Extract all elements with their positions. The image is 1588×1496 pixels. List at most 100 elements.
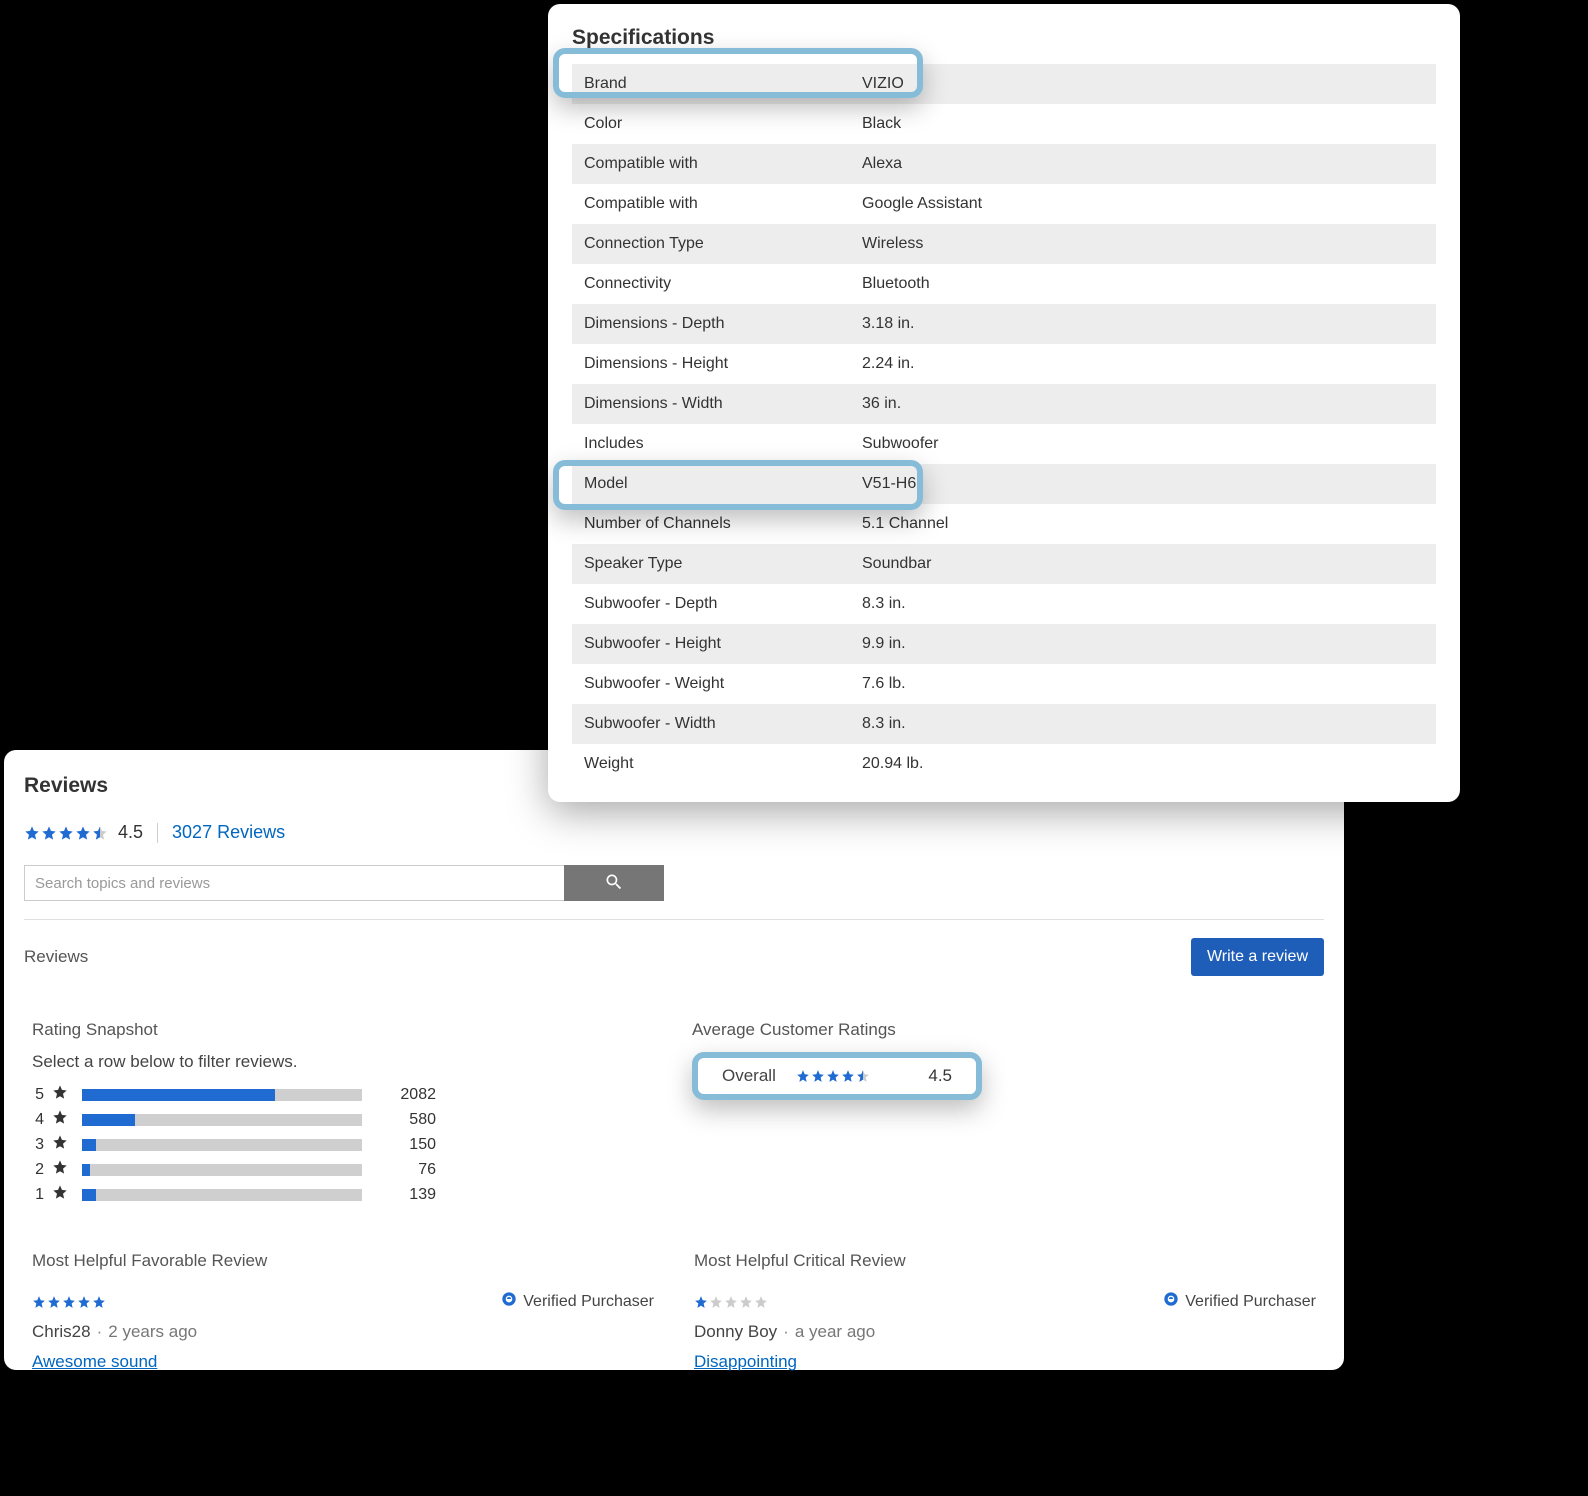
spec-value: Subwoofer (862, 424, 1436, 464)
spec-key: Subwoofer - Width (572, 704, 862, 744)
spec-value: 3.18 in. (862, 304, 1436, 344)
snapshot-count: 2082 (376, 1086, 436, 1104)
spec-key: Model (572, 464, 862, 504)
spec-row: Subwoofer - Height9.9 in. (572, 624, 1436, 664)
star-icon (52, 1159, 68, 1180)
spec-value: V51-H6 (862, 464, 1436, 504)
verified-icon (501, 1291, 517, 1312)
spec-key: Subwoofer - Depth (572, 584, 862, 624)
verified-label: Verified Purchaser (1185, 1293, 1316, 1311)
snapshot-hint: Select a row below to filter reviews. (32, 1052, 632, 1072)
snapshot-star-number: 4 (32, 1111, 44, 1129)
spec-value: 8.3 in. (862, 584, 1436, 624)
crit-author: Donny Boy (694, 1322, 777, 1342)
spec-value: 36 in. (862, 384, 1436, 424)
spec-value: VIZIO (862, 64, 1436, 104)
helpful-crit-title: Most Helpful Critical Review (694, 1251, 1316, 1271)
snapshot-bar[interactable] (82, 1164, 362, 1176)
fav-headline[interactable]: Awesome sound (32, 1352, 157, 1372)
specs-title: Specifications (572, 26, 1436, 50)
average-ratings: Average Customer Ratings Overall 4.5 (692, 1020, 1316, 1209)
star-icon (52, 1084, 68, 1105)
snapshot-row[interactable]: 1139 (32, 1184, 632, 1205)
snapshot-row[interactable]: 3 150 (32, 1134, 632, 1155)
spec-key: Dimensions - Width (572, 384, 862, 424)
verified-label: Verified Purchaser (523, 1293, 654, 1311)
verified-icon (1163, 1291, 1179, 1312)
snapshot-count: 580 (376, 1111, 436, 1129)
snapshot-bar[interactable] (82, 1139, 362, 1151)
spec-value: 5.1 Channel (862, 504, 1436, 544)
crit-headline[interactable]: Disappointing (694, 1352, 797, 1372)
spec-row: Connection TypeWireless (572, 224, 1436, 264)
reviews-summary-row: 4.5 3027 Reviews (24, 822, 1324, 843)
spec-key: Dimensions - Height (572, 344, 862, 384)
spec-value: Wireless (862, 224, 1436, 264)
snapshot-star-number: 5 (32, 1086, 44, 1104)
snapshot-row[interactable]: 5 2082 (32, 1084, 632, 1105)
snapshot-bar[interactable] (82, 1089, 362, 1101)
spec-key: Compatible with (572, 144, 862, 184)
reviews-count-link[interactable]: 3027 Reviews (172, 822, 285, 843)
fav-author: Chris28 (32, 1322, 91, 1342)
snapshot-row[interactable]: 4 580 (32, 1109, 632, 1130)
snapshot-title: Rating Snapshot (32, 1020, 632, 1040)
spec-value: 9.9 in. (862, 624, 1436, 664)
rating-snapshot: Rating Snapshot Select a row below to fi… (32, 1020, 632, 1209)
write-review-button[interactable]: Write a review (1191, 938, 1324, 976)
dot-separator: · (783, 1322, 789, 1342)
snapshot-bar[interactable] (82, 1189, 362, 1201)
verified-badge: Verified Purchaser (501, 1291, 654, 1312)
spec-key: Compatible with (572, 184, 862, 224)
search-button[interactable] (564, 865, 664, 901)
search-input[interactable] (24, 865, 564, 901)
star-icon (52, 1109, 68, 1130)
spec-key: Subwoofer - Weight (572, 664, 862, 704)
spec-row: Number of Channels5.1 Channel (572, 504, 1436, 544)
search-icon (604, 872, 624, 895)
snapshot-count: 76 (376, 1161, 436, 1179)
snapshot-star-number: 3 (32, 1136, 44, 1154)
helpful-fav-title: Most Helpful Favorable Review (32, 1251, 654, 1271)
spec-row: Dimensions - Width36 in. (572, 384, 1436, 424)
helpful-critical: Most Helpful Critical Review Verified Pu… (694, 1251, 1316, 1372)
snapshot-count: 150 (376, 1136, 436, 1154)
snapshot-rows: 5 2082 4 580 3 150 2 76 1139 (32, 1084, 632, 1205)
spec-row: Dimensions - Depth3.18 in. (572, 304, 1436, 344)
spec-row: Subwoofer - Depth8.3 in. (572, 584, 1436, 624)
spec-value: 7.6 lb. (862, 664, 1436, 704)
spec-row: ModelV51-H6 (572, 464, 1436, 504)
spec-row: IncludesSubwoofer (572, 424, 1436, 464)
spec-value: 8.3 in. (862, 704, 1436, 744)
helpful-favorable: Most Helpful Favorable Review Verified P… (32, 1251, 654, 1372)
spec-key: Weight (572, 744, 862, 784)
summary-score: 4.5 (118, 822, 143, 843)
spec-row: Compatible withAlexa (572, 144, 1436, 184)
specifications-panel: Specifications BrandVIZIOColorBlackCompa… (548, 4, 1460, 802)
spec-value: Bluetooth (862, 264, 1436, 304)
reviews-search (24, 865, 664, 901)
spec-row: Compatible withGoogle Assistant (572, 184, 1436, 224)
star-icon (52, 1134, 68, 1155)
spec-key: Includes (572, 424, 862, 464)
summary-stars (24, 825, 108, 841)
spec-value: Black (862, 104, 1436, 144)
spec-value: 20.94 lb. (862, 744, 1436, 784)
snapshot-star-number: 2 (32, 1161, 44, 1179)
divider (24, 919, 1324, 920)
crit-stars (694, 1295, 768, 1309)
snapshot-row[interactable]: 2 76 (32, 1159, 632, 1180)
spec-key: Subwoofer - Height (572, 624, 862, 664)
overall-highlight: Overall 4.5 (692, 1052, 982, 1100)
spec-value: Alexa (862, 144, 1436, 184)
spec-key: Number of Channels (572, 504, 862, 544)
snapshot-star-number: 1 (32, 1186, 44, 1204)
spec-value: 2.24 in. (862, 344, 1436, 384)
star-icon (52, 1184, 68, 1205)
snapshot-bar[interactable] (82, 1114, 362, 1126)
overall-stars (796, 1069, 870, 1083)
spec-row: Dimensions - Height2.24 in. (572, 344, 1436, 384)
reviews-panel: Reviews 4.5 3027 Reviews Reviews Write a… (4, 750, 1344, 1370)
spec-row: Subwoofer - Weight7.6 lb. (572, 664, 1436, 704)
spec-row: ColorBlack (572, 104, 1436, 144)
